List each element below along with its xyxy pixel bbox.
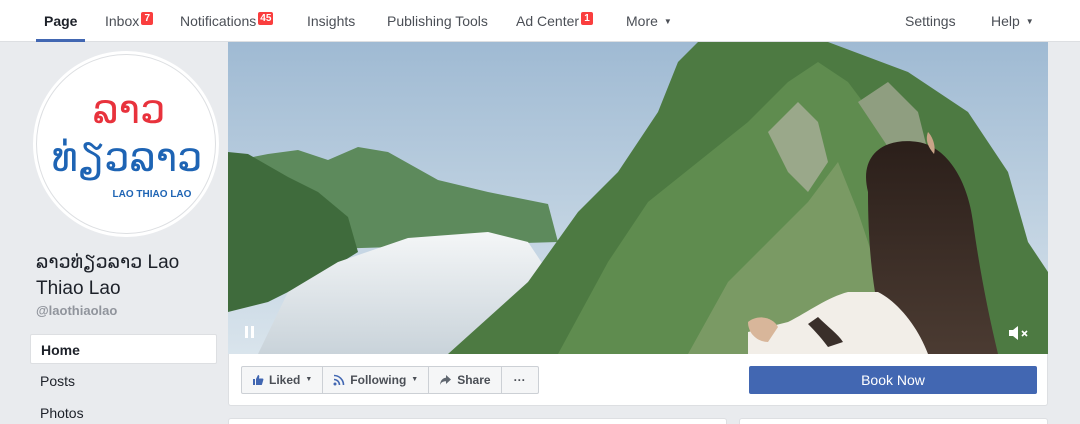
thumbs-up-icon: [253, 375, 264, 385]
page-username[interactable]: @laothiaolao: [36, 303, 117, 318]
cover-video[interactable]: [228, 42, 1048, 354]
tab-page[interactable]: Page: [35, 0, 87, 42]
tab-publishing-tools[interactable]: Publishing Tools: [387, 0, 488, 42]
tab-inbox-label: Inbox: [105, 13, 140, 29]
tab-help[interactable]: Help ▼: [991, 0, 1034, 42]
cover-video-frame: [228, 42, 1048, 354]
inbox-count-badge: 7: [141, 12, 154, 25]
liked-button[interactable]: Liked ▼: [242, 367, 324, 393]
share-button-label: Share: [457, 373, 491, 387]
notifications-count-badge: 45: [258, 12, 274, 25]
page-profile-picture[interactable]: ລາວ ທ່ຽວລາວ LAO THIAO LAO: [36, 54, 216, 234]
rss-feed-icon: [333, 374, 345, 386]
tab-settings[interactable]: Settings: [905, 0, 956, 42]
tab-ad-center-label: Ad Center: [516, 13, 580, 29]
caret-down-icon: ▼: [411, 376, 419, 383]
tab-settings-label: Settings: [905, 13, 956, 29]
left-nav-item-home[interactable]: Home: [30, 334, 217, 364]
right-sidebar-panel: [739, 418, 1048, 424]
logo-script-line2: ທ່ຽວລາວ: [52, 135, 203, 181]
caret-down-icon: ▼: [305, 376, 313, 383]
tab-notifications-label: Notifications: [180, 13, 257, 29]
logo-script-line1: ລາວ: [93, 87, 166, 133]
caret-down-icon: ▼: [663, 17, 672, 26]
page-action-buttons: Liked ▼ Following ▼ Share ···: [241, 366, 539, 394]
left-nav-item-photos[interactable]: Photos: [30, 398, 217, 424]
tab-more-label: More: [626, 13, 658, 29]
ad-center-count-badge: 1: [581, 12, 594, 25]
more-options-button[interactable]: ···: [502, 367, 538, 393]
tab-help-label: Help: [991, 13, 1020, 29]
pause-icon[interactable]: [244, 326, 256, 340]
page-left-nav: Home Posts Photos: [30, 334, 217, 424]
page-action-bar: Liked ▼ Following ▼ Share ··· Book Now: [228, 354, 1048, 406]
tab-more[interactable]: More ▼: [626, 0, 672, 42]
liked-button-label: Liked: [269, 373, 301, 387]
left-nav-item-posts[interactable]: Posts: [30, 366, 217, 396]
following-button-label: Following: [350, 373, 407, 387]
logo-latin-text: LAO THIAO LAO: [113, 189, 192, 200]
tab-insights[interactable]: Insights: [307, 0, 355, 42]
more-dots-icon: ···: [513, 373, 526, 387]
tab-notifications[interactable]: Notifications 45: [180, 0, 274, 42]
page-top-nav: Page Inbox 7 Notifications 45 Insights Pub…: [0, 0, 1080, 42]
tab-publishing-tools-label: Publishing Tools: [387, 13, 488, 29]
tab-page-label: Page: [44, 13, 78, 29]
share-button[interactable]: Share: [429, 367, 502, 393]
share-arrow-icon: [440, 375, 452, 385]
lao-thiao-lao-logo: ລາວ ທ່ຽວລາວ LAO THIAO LAO: [52, 87, 203, 200]
tab-ad-center[interactable]: Ad Center 1: [516, 0, 594, 42]
volume-muted-icon[interactable]: [1008, 324, 1030, 342]
following-button[interactable]: Following ▼: [323, 367, 430, 393]
book-now-button[interactable]: Book Now: [749, 366, 1037, 394]
caret-down-icon: ▼: [1025, 17, 1034, 26]
tab-insights-label: Insights: [307, 13, 356, 29]
tab-inbox[interactable]: Inbox 7: [105, 0, 154, 42]
page-name: ລາວທ່ຽວລາວ Lao Thiao Lao: [36, 252, 180, 299]
main-content-panel: [228, 418, 727, 424]
